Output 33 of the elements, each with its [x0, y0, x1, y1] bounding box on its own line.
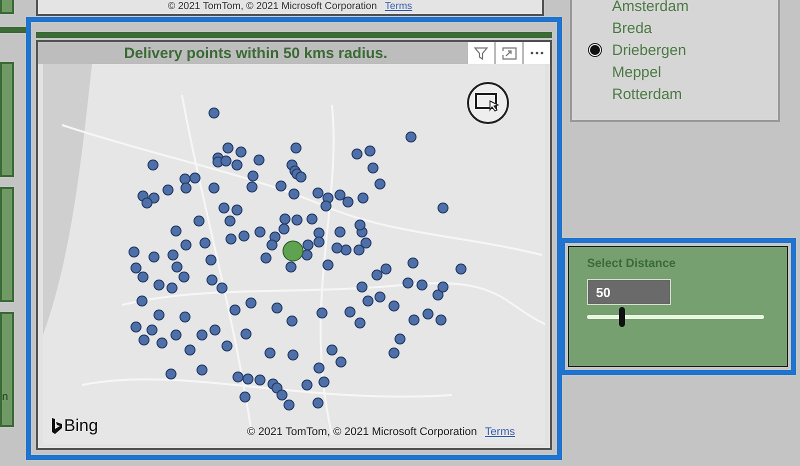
attribution-text: © 2021 TomTom, © 2021 Microsoft Corporation	[168, 2, 377, 12]
radio-label[interactable]: Breda	[612, 20, 652, 36]
slider-thumb[interactable]	[619, 307, 626, 327]
filter-button[interactable]	[468, 42, 494, 64]
card-edge	[0, 0, 14, 14]
distance-input[interactable]: 50	[587, 279, 671, 305]
radio-option[interactable]: Rotterdam	[588, 83, 778, 105]
more-options-button[interactable]	[524, 42, 550, 64]
screen-cursor-icon	[475, 93, 501, 113]
focus-mode-button[interactable]	[496, 42, 522, 64]
slicer-title: Select Distance	[587, 257, 677, 269]
more-icon	[530, 51, 544, 55]
expand-icon	[502, 46, 516, 60]
radio-option[interactable]: Driebergen	[588, 39, 778, 61]
card-text: n	[2, 392, 8, 403]
filter-icon	[474, 46, 488, 60]
terms-link[interactable]: Terms	[485, 427, 515, 438]
radio-option[interactable]: Breda	[588, 17, 778, 39]
visual-title: Delivery points within 50 kms radius.	[124, 46, 388, 60]
focus-button[interactable]	[467, 82, 509, 124]
radio-label[interactable]: Meppel	[612, 64, 662, 80]
bing-logo-icon	[51, 418, 62, 434]
radio-option[interactable]: Meppel	[588, 61, 778, 83]
slider[interactable]	[587, 307, 764, 327]
radio-label[interactable]: Driebergen	[612, 42, 686, 58]
attribution-text: © 2021 TomTom, © 2021 Microsoft Corporation	[247, 427, 478, 438]
terms-link[interactable]: Terms	[384, 2, 412, 12]
radio-label[interactable]: Rotterdam	[612, 86, 682, 102]
selected-location-marker	[282, 240, 304, 262]
bing-logo-text: Bing	[64, 417, 98, 434]
radio-label[interactable]: Amsterdam	[612, 0, 689, 14]
radio-button[interactable]	[588, 43, 602, 57]
radio-option[interactable]: Amsterdam	[588, 0, 778, 17]
